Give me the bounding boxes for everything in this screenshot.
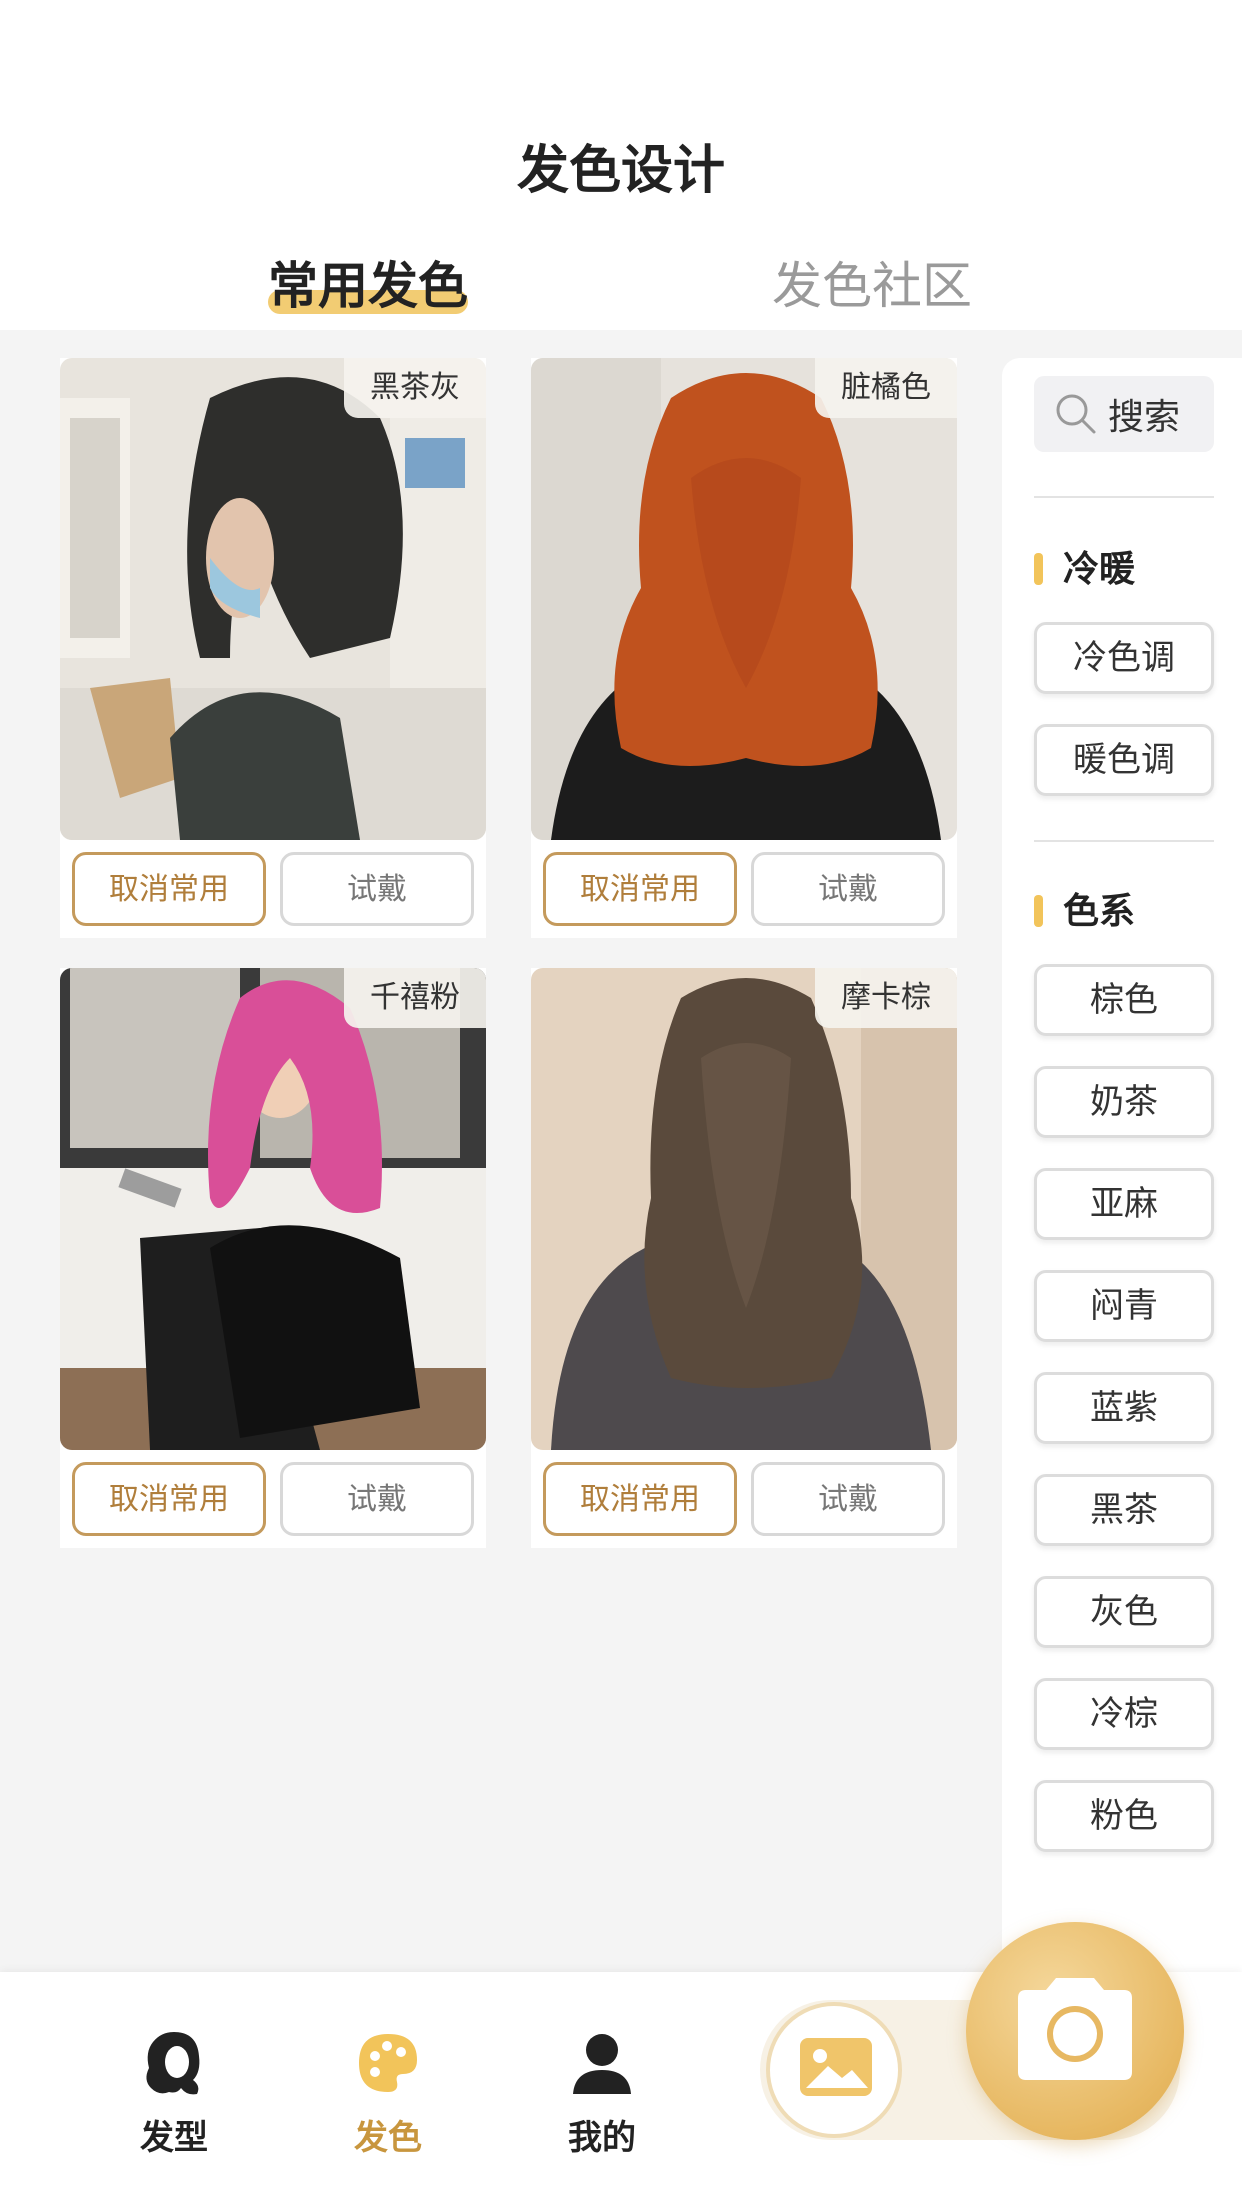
nav-hair-color[interactable]: 发色: [308, 2028, 468, 2159]
color-name-tag: 脏橘色: [815, 358, 957, 418]
header: 发色设计 常用发色 发色社区: [0, 0, 1242, 330]
hair-photo-image: [60, 358, 486, 840]
tab-color-community[interactable]: 发色社区: [772, 246, 972, 318]
nav-label: 我的: [568, 2118, 636, 2158]
divider: [1034, 496, 1214, 498]
nav-profile[interactable]: 我的: [522, 2028, 682, 2159]
try-on-button[interactable]: 试戴: [751, 1462, 945, 1536]
color-card: 脏橘色 取消常用 试戴: [531, 358, 957, 938]
try-on-button[interactable]: 试戴: [280, 1462, 474, 1536]
filter-gray[interactable]: 灰色: [1034, 1576, 1214, 1648]
color-card: 摩卡棕 取消常用 试戴: [531, 968, 957, 1548]
color-card: 千禧粉 取消常用 试戴: [60, 968, 486, 1548]
hair-photo-image: [531, 968, 957, 1450]
image-icon: [800, 2038, 872, 2096]
hair-photo[interactable]: [531, 358, 957, 840]
filter-blue-purple[interactable]: 蓝紫: [1034, 1372, 1214, 1444]
filter-flax[interactable]: 亚麻: [1034, 1168, 1214, 1240]
nav-label: 发色: [354, 2118, 422, 2158]
color-name-tag: 黑茶灰: [344, 358, 486, 418]
gallery-button[interactable]: [766, 2002, 902, 2138]
filter-black-tea[interactable]: 黑茶: [1034, 1474, 1214, 1546]
filter-brown[interactable]: 棕色: [1034, 964, 1214, 1036]
camera-icon: [1018, 1978, 1132, 2080]
section-title-color-family: 色系: [1034, 882, 1135, 934]
filter-dark-cyan[interactable]: 闷青: [1034, 1270, 1214, 1342]
filter-warm-tone[interactable]: 暖色调: [1034, 724, 1214, 796]
section-marker: [1034, 553, 1043, 585]
cancel-favorite-button[interactable]: 取消常用: [72, 852, 266, 926]
color-name-tag: 摩卡棕: [815, 968, 957, 1028]
filter-sidebar: 搜索 冷暖 冷色调 暖色调 色系 棕色 奶茶 亚麻 闷青 蓝紫 黑茶 灰色 冷棕…: [1002, 358, 1242, 1972]
nav-label: 发型: [140, 2118, 208, 2158]
search-icon: [1056, 394, 1096, 434]
user-icon: [573, 2034, 631, 2094]
palette-icon: [359, 2034, 417, 2092]
hair-icon: [146, 2032, 200, 2095]
filter-milk-tea[interactable]: 奶茶: [1034, 1066, 1214, 1138]
section-title-text: 冷暖: [1063, 549, 1136, 590]
cancel-favorite-button[interactable]: 取消常用: [72, 1462, 266, 1536]
cancel-favorite-button[interactable]: 取消常用: [543, 852, 737, 926]
hair-photo[interactable]: [60, 968, 486, 1450]
page-title: 发色设计: [516, 141, 725, 201]
section-title-text: 色系: [1063, 891, 1136, 932]
try-on-button[interactable]: 试戴: [280, 852, 474, 926]
filter-cool-brown[interactable]: 冷棕: [1034, 1678, 1214, 1750]
search-label: 搜索: [1108, 397, 1181, 438]
tab-label: 常用发色: [268, 257, 468, 315]
tab-common-colors[interactable]: 常用发色: [268, 246, 468, 318]
nav-hairstyle[interactable]: 发型: [94, 2028, 254, 2159]
hair-photo-image: [60, 968, 486, 1450]
section-marker: [1034, 895, 1043, 927]
filter-pink[interactable]: 粉色: [1034, 1780, 1214, 1852]
try-on-button[interactable]: 试戴: [751, 852, 945, 926]
divider: [1034, 840, 1214, 842]
cancel-favorite-button[interactable]: 取消常用: [543, 1462, 737, 1536]
hair-photo-image: [531, 358, 957, 840]
section-title-warmth: 冷暖: [1034, 540, 1135, 592]
filter-cool-tone[interactable]: 冷色调: [1034, 622, 1214, 694]
camera-button[interactable]: [966, 1922, 1184, 2140]
color-name-tag: 千禧粉: [344, 968, 486, 1028]
hair-photo[interactable]: [531, 968, 957, 1450]
color-card: 黑茶灰 取消常用 试戴: [60, 358, 486, 938]
hair-photo[interactable]: [60, 358, 486, 840]
search-button[interactable]: 搜索: [1034, 376, 1214, 452]
